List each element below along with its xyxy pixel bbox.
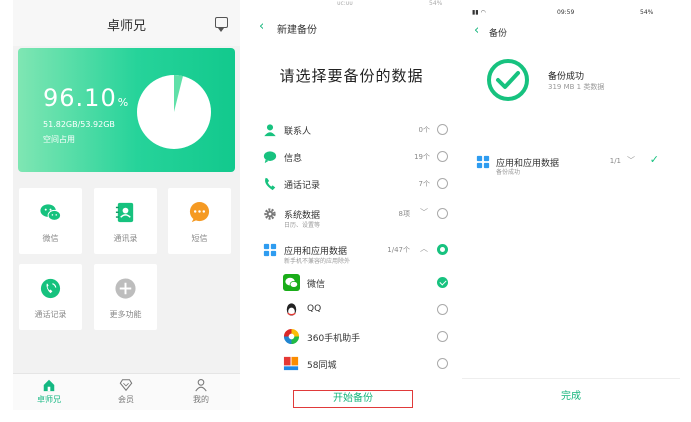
status-bar: ᴜᴄ:ᴜᴜ 54% [337, 0, 443, 7]
person-icon [264, 124, 276, 137]
qq-app-icon [286, 303, 297, 316]
select-radio[interactable] [437, 151, 448, 162]
start-backup-button[interactable]: 开始备份 [293, 390, 413, 408]
apps-grid-icon [476, 155, 490, 169]
select-radio-partial[interactable] [437, 244, 448, 255]
storage-card[interactable]: 96.10% 51.82GB/53.92GB 空间占用 [18, 48, 235, 172]
storage-label: 空间占用 [43, 135, 75, 144]
phone-icon [265, 177, 276, 191]
wechat-icon [40, 204, 62, 221]
home-screen: 卓师兄 96.10% 51.82GB/53.92GB 空间占用 微信 通讯录 短… [13, 0, 240, 410]
select-checkbox-checked[interactable] [437, 277, 448, 288]
plus-icon [115, 278, 136, 299]
home-header: 卓师兄 [13, 0, 240, 46]
tile-label: 更多功能 [109, 310, 142, 319]
home-icon [43, 379, 55, 392]
page-title: 备份 [489, 29, 508, 39]
select-heading: 请选择要备份的数据 [279, 67, 424, 85]
storage-size: 51.82GB/53.92GB [43, 120, 115, 129]
row-apps[interactable]: 应用和应用数据 新手机不兼容的应用除外 1/47个 ︿ [241, 239, 462, 267]
gear-icon [264, 208, 276, 220]
select-radio[interactable] [437, 208, 448, 219]
check-icon: ✓ [649, 153, 659, 166]
row-messages[interactable]: 信息 19个 [241, 146, 462, 170]
apps-grid-icon [263, 243, 277, 257]
chat-bubble-icon [263, 151, 277, 164]
back-button[interactable]: ‹ [474, 23, 479, 38]
sms-icon [189, 201, 210, 223]
success-summary: 319 MB 1 类数据 [548, 83, 605, 91]
tile-label: 通话记录 [34, 310, 67, 319]
done-bar: 完成 [462, 378, 680, 410]
success-title: 备份成功 [548, 72, 585, 82]
row-system-data[interactable]: 系统数据 日历、设置等 8项 ﹀ [241, 203, 462, 231]
storage-percent: 96.10% [43, 84, 130, 112]
tile-label: 短信 [191, 234, 208, 243]
row-call-log[interactable]: 通话记录 7个 [241, 173, 462, 197]
app-title: 卓师兄 [106, 19, 146, 34]
app-row-qq[interactable]: QQ [241, 299, 462, 323]
tile-label: 通讯录 [113, 234, 138, 243]
vip-icon [119, 379, 133, 392]
signal-icon: ▮▮ ◠ [472, 9, 486, 16]
tile-wechat[interactable]: 微信 [19, 188, 82, 254]
select-radio[interactable] [437, 178, 448, 189]
back-button[interactable]: ‹ [259, 19, 264, 34]
nav-profile[interactable]: 我的 [171, 378, 231, 405]
58-app-icon [283, 355, 300, 372]
360-app-icon [283, 328, 300, 345]
message-icon[interactable] [215, 17, 228, 32]
success-check-icon [487, 59, 529, 101]
select-radio[interactable] [437, 358, 448, 369]
chevron-up-icon[interactable]: ︿ [420, 243, 428, 254]
tile-sms[interactable]: 短信 [168, 188, 231, 254]
new-backup-screen: ᴜᴄ:ᴜᴜ 54% ‹ 新建备份 请选择要备份的数据 联系人 0个 信息 19个… [241, 0, 462, 410]
select-radio[interactable] [437, 124, 448, 135]
tile-contacts[interactable]: 通讯录 [94, 188, 157, 254]
page-title: 新建备份 [277, 25, 317, 36]
call-log-icon [40, 278, 61, 299]
wechat-app-icon [283, 274, 300, 291]
user-icon [195, 379, 207, 392]
nav-home[interactable]: 卓师兄 [19, 378, 79, 405]
tile-call-log[interactable]: 通话记录 [19, 264, 82, 330]
row-contacts[interactable]: 联系人 0个 [241, 119, 462, 143]
row-apps-result[interactable]: 应用和应用数据 备份成功 1/1 ﹀ ✓ [462, 151, 680, 179]
backup-done-screen: ▮▮ ◠ 09:59 54% ‹ 备份 备份成功 319 MB 1 类数据 应用… [462, 0, 680, 410]
app-row-wechat[interactable]: 微信 [241, 272, 462, 296]
tile-label: 微信 [42, 234, 59, 243]
chevron-down-icon[interactable]: ﹀ [627, 155, 635, 166]
tile-more[interactable]: 更多功能 [94, 264, 157, 330]
app-row-58[interactable]: 58同城 [241, 353, 462, 377]
contacts-icon [115, 202, 134, 223]
select-radio[interactable] [437, 331, 448, 342]
chevron-down-icon[interactable]: ﹀ [420, 207, 428, 218]
done-button[interactable]: 完成 [462, 387, 680, 402]
bottom-nav: 卓师兄 会员 我的 [13, 373, 240, 410]
storage-pie-chart [137, 75, 211, 149]
app-row-360[interactable]: 360手机助手 [241, 326, 462, 350]
select-radio[interactable] [437, 304, 448, 315]
nav-vip[interactable]: 会员 [96, 378, 156, 405]
